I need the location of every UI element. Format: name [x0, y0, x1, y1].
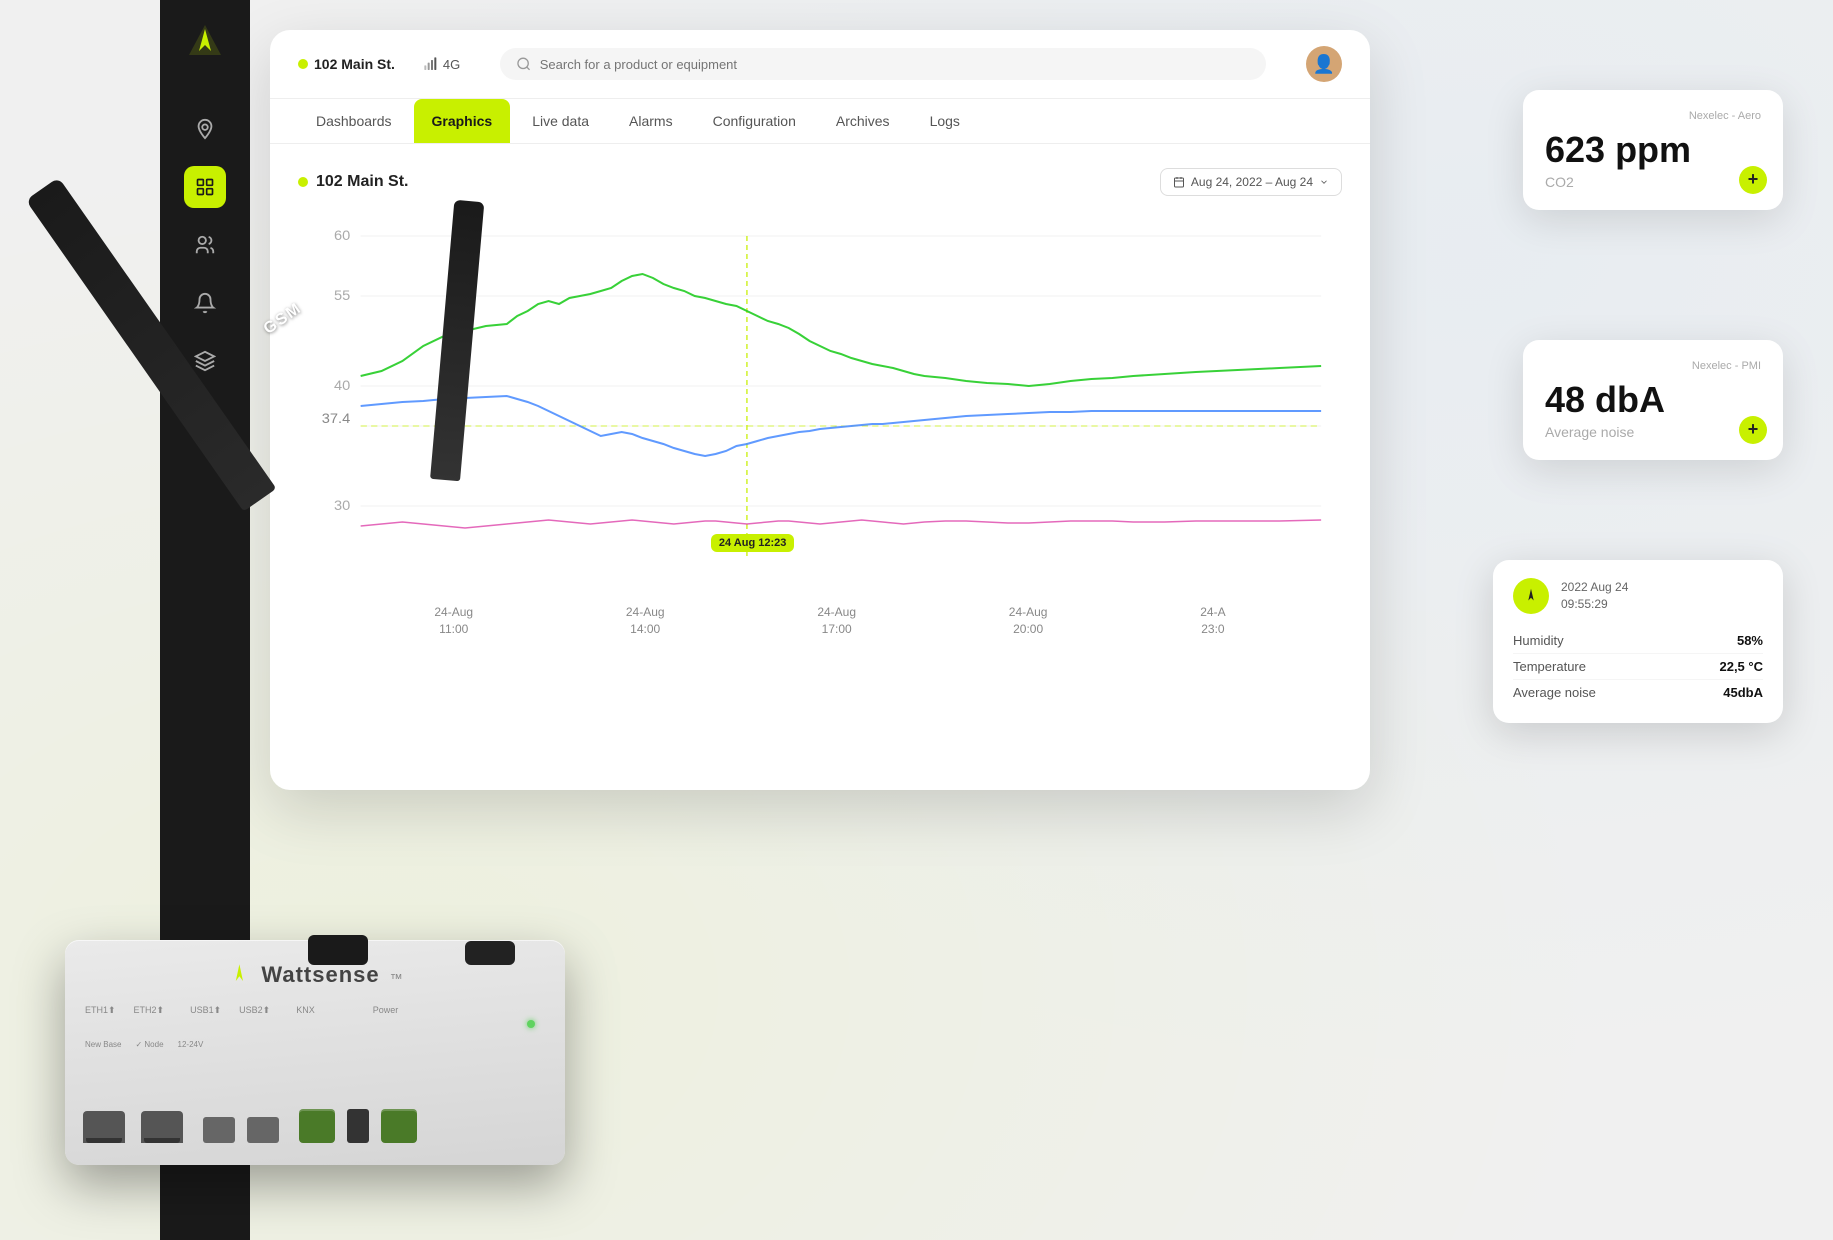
brand-trademark: ™ [390, 971, 403, 986]
signal-badge: 4G [423, 56, 460, 72]
nav-tabs: Dashboards Graphics Live data Alarms Con… [270, 99, 1370, 144]
chart-title: 102 Main St. [298, 173, 408, 191]
temperature-label: Temperature [1513, 659, 1586, 674]
avg-noise-value: 45dbA [1723, 685, 1763, 700]
tooltip-time: 09:55:29 [1561, 596, 1628, 613]
tab-dashboards[interactable]: Dashboards [298, 99, 410, 143]
sidebar-item-dashboard[interactable] [184, 166, 226, 208]
chart-title-text: 102 Main St. [316, 173, 408, 191]
chart-area: 102 Main St. Aug 24, 2022 – Aug 24 [270, 144, 1370, 662]
location-name: 102 Main St. [314, 56, 395, 72]
noise-card: Nexelec - PMI 48 dbA Average noise + [1523, 340, 1783, 460]
calendar-icon [1173, 176, 1185, 188]
sidebar-logo [180, 18, 230, 68]
x-axis-labels: 24-Aug11:00 24-Aug14:00 24-Aug17:00 24-A… [298, 596, 1342, 638]
x-label-2: 24-Aug14:00 [626, 604, 665, 638]
tab-logs[interactable]: Logs [912, 99, 978, 143]
status-leds [527, 1020, 535, 1028]
search-icon [516, 56, 531, 72]
tooltip-row-noise: Average noise 45dbA [1513, 680, 1763, 705]
location-badge[interactable]: 102 Main St. [298, 56, 395, 72]
noise-source: Nexelec - PMI [1545, 360, 1761, 372]
x-label-5: 24-A23:0 [1200, 604, 1225, 638]
signal-label: 4G [443, 57, 460, 72]
svg-text:40: 40 [334, 378, 350, 394]
ports-row [83, 1109, 417, 1143]
tab-archives[interactable]: Archives [818, 99, 908, 143]
chart-dot [298, 177, 308, 187]
dashboard-header: 102 Main St. 4G 👤 [270, 30, 1370, 99]
port-usb1 [203, 1117, 235, 1143]
device-body: Wattsense ™ ETH1⬆ ETH2⬆ USB1⬆ USB2⬆ KNX … [65, 940, 565, 1165]
tooltip-header: 2022 Aug 24 09:55:29 [1513, 578, 1763, 614]
noise-value: 48 dbA [1545, 380, 1761, 420]
co2-source: Nexelec - Aero [1545, 110, 1761, 122]
antenna-base-left [308, 935, 368, 965]
svg-text:30: 30 [334, 498, 350, 514]
humidity-label: Humidity [1513, 633, 1564, 648]
tab-livedata[interactable]: Live data [514, 99, 607, 143]
device-brand-area: Wattsense ™ [227, 962, 402, 988]
chart-title-row: 102 Main St. Aug 24, 2022 – Aug 24 [298, 168, 1342, 196]
sidebar-item-users[interactable] [184, 224, 226, 266]
tooltip-row-humidity: Humidity 58% [1513, 628, 1763, 654]
tab-alarms[interactable]: Alarms [611, 99, 691, 143]
antenna-base-right [465, 941, 515, 965]
search-input[interactable] [540, 57, 1250, 72]
user-avatar[interactable]: 👤 [1306, 46, 1342, 82]
led-green [527, 1020, 535, 1028]
tooltip-logo-icon [1513, 578, 1549, 614]
port-eth2 [141, 1111, 183, 1143]
tooltip-popup: 2022 Aug 24 09:55:29 Humidity 58% Temper… [1493, 560, 1783, 723]
tooltip-timestamp: 2022 Aug 24 09:55:29 [1561, 579, 1628, 613]
port-labels: ETH1⬆ ETH2⬆ USB1⬆ USB2⬆ KNX Power [85, 1005, 398, 1016]
terminal-black [347, 1109, 369, 1143]
humidity-value: 58% [1737, 633, 1763, 648]
terminal-block-1 [299, 1109, 335, 1143]
tooltip-row-temperature: Temperature 22,5 °C [1513, 654, 1763, 680]
noise-add-button[interactable]: + [1739, 416, 1767, 444]
svg-text:55: 55 [334, 288, 350, 304]
signal-icon [423, 56, 439, 72]
device-small-labels: New Base ✓ Node 12-24V [85, 1040, 203, 1049]
cursor-timestamp: 24 Aug 12:23 [711, 534, 794, 552]
chevron-icon [1319, 177, 1329, 187]
co2-unit: CO2 [1545, 174, 1761, 190]
date-range-text: Aug 24, 2022 – Aug 24 [1191, 175, 1313, 189]
brand-name: Wattsense [261, 962, 379, 988]
temperature-value: 22,5 °C [1719, 659, 1763, 674]
avg-noise-label: Average noise [1513, 685, 1596, 700]
port-usb2 [247, 1117, 279, 1143]
location-indicator [298, 59, 308, 69]
x-label-4: 24-Aug20:00 [1009, 604, 1048, 638]
co2-add-button[interactable]: + [1739, 166, 1767, 194]
x-label-3: 24-Aug17:00 [817, 604, 856, 638]
svg-text:37.4: 37.4 [322, 411, 350, 427]
sidebar-item-location[interactable] [184, 108, 226, 150]
sidebar-item-alarms[interactable] [184, 282, 226, 324]
port-eth1 [83, 1111, 125, 1143]
co2-value: 623 ppm [1545, 130, 1761, 170]
brand-logo-icon [227, 963, 251, 987]
tooltip-date: 2022 Aug 24 [1561, 579, 1628, 596]
tab-graphics[interactable]: Graphics [414, 99, 511, 143]
co2-card: Nexelec - Aero 623 ppm CO2 + [1523, 90, 1783, 210]
x-label-1: 24-Aug11:00 [434, 604, 473, 638]
terminal-block-2 [381, 1109, 417, 1143]
search-bar[interactable] [500, 48, 1266, 80]
tab-configuration[interactable]: Configuration [695, 99, 814, 143]
date-range-button[interactable]: Aug 24, 2022 – Aug 24 [1160, 168, 1342, 196]
noise-unit: Average noise [1545, 424, 1761, 440]
svg-text:60: 60 [334, 228, 350, 244]
